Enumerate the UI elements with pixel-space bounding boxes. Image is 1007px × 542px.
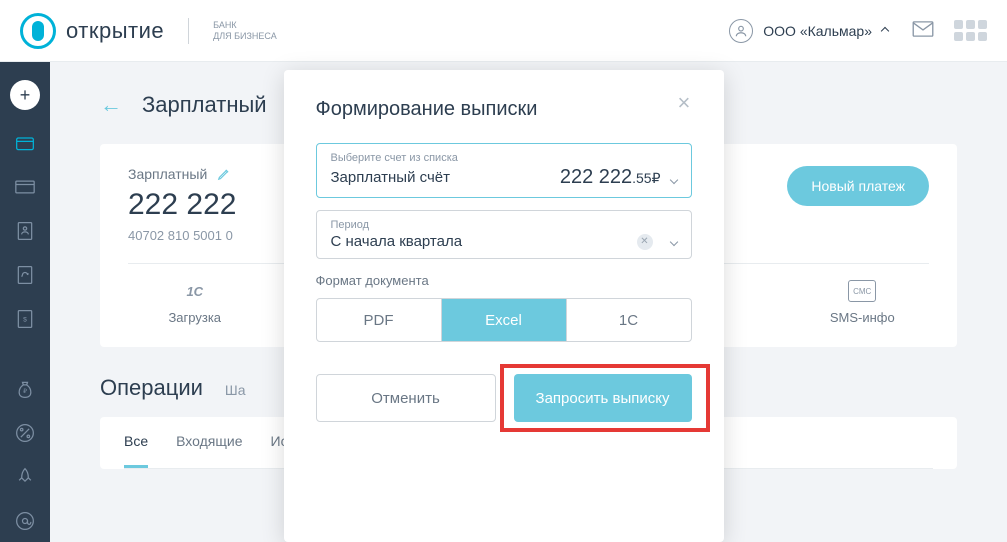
account-balance: 222 222 <box>128 188 236 222</box>
divider <box>188 18 189 44</box>
currency-document-icon[interactable]: $ <box>14 308 36 330</box>
edit-icon[interactable] <box>217 167 231 181</box>
apps-icon[interactable] <box>954 20 987 41</box>
operations-templates[interactable]: Ша <box>225 382 246 398</box>
account-number: 40702 810 5001 0 <box>128 228 236 243</box>
app-header: открытие БАНК ДЛЯ БИЗНЕСА ООО «Кальмар» <box>0 0 1007 62</box>
user-icon <box>729 19 753 43</box>
company-name: ООО «Кальмар» <box>763 23 872 39</box>
new-payment-button[interactable]: Новый платеж <box>787 166 929 206</box>
account-select-field[interactable]: Выберите счет из списка Зарплатный счёт … <box>316 143 692 198</box>
selected-period: С начала квартала <box>331 233 463 250</box>
account-name: Зарплатный <box>128 166 207 182</box>
modal-title: Формирование выписки <box>316 98 692 121</box>
format-segmented-control: PDF Excel 1C <box>316 298 692 342</box>
create-button[interactable]: + <box>10 80 40 110</box>
percent-icon[interactable] <box>14 422 36 444</box>
cards-icon[interactable] <box>14 176 36 198</box>
operations-title: Операции <box>100 375 203 401</box>
action-sms[interactable]: СМС SMS-инфо <box>796 280 930 325</box>
sms-icon: СМС <box>848 280 876 302</box>
back-arrow-icon[interactable]: ← <box>100 92 122 118</box>
selected-account-name: Зарплатный счёт <box>331 169 450 186</box>
svg-text:$: $ <box>23 317 27 324</box>
tab-all[interactable]: Все <box>124 417 148 468</box>
rocket-icon[interactable] <box>14 466 36 488</box>
selected-account-amount: 222 222.55₽ <box>560 166 661 189</box>
statement-modal: × Формирование выписки Выберите счет из … <box>284 70 724 542</box>
document-refresh-icon[interactable] <box>14 264 36 286</box>
wallet-icon[interactable] <box>14 132 36 154</box>
at-icon[interactable] <box>14 510 36 532</box>
format-label: Формат документа <box>316 273 692 288</box>
action-upload[interactable]: 1C Загрузка <box>128 280 262 325</box>
company-selector[interactable]: ООО «Кальмар» <box>729 19 888 43</box>
tab-incoming[interactable]: Входящие <box>176 417 242 468</box>
sidebar-nav: + $ ₽ <box>0 62 50 542</box>
period-select-field[interactable]: Период С начала квартала ✕ <box>316 210 692 259</box>
page-title: Зарплатный <box>142 92 267 118</box>
svg-text:₽: ₽ <box>23 388 27 395</box>
logo-mark-icon <box>20 13 56 49</box>
moneybag-icon[interactable]: ₽ <box>14 378 36 400</box>
request-statement-button[interactable]: Запросить выписку <box>514 374 692 422</box>
chevron-down-icon <box>669 176 677 184</box>
chevron-up-icon <box>881 26 889 34</box>
document-person-icon[interactable] <box>14 220 36 242</box>
onec-icon: 1C <box>186 280 203 302</box>
cancel-button[interactable]: Отменить <box>316 374 496 422</box>
mail-icon[interactable] <box>912 21 934 40</box>
chevron-down-icon <box>669 237 677 245</box>
format-1c[interactable]: 1C <box>567 299 691 341</box>
brand-logo[interactable]: открытие БАНК ДЛЯ БИЗНЕСА <box>20 13 277 49</box>
format-excel[interactable]: Excel <box>442 299 567 341</box>
brand-name: открытие <box>66 18 164 44</box>
clear-icon[interactable]: ✕ <box>637 234 653 250</box>
brand-subtitle: БАНК ДЛЯ БИЗНЕСА <box>213 20 277 42</box>
format-pdf[interactable]: PDF <box>317 299 442 341</box>
close-icon[interactable]: × <box>678 92 702 116</box>
